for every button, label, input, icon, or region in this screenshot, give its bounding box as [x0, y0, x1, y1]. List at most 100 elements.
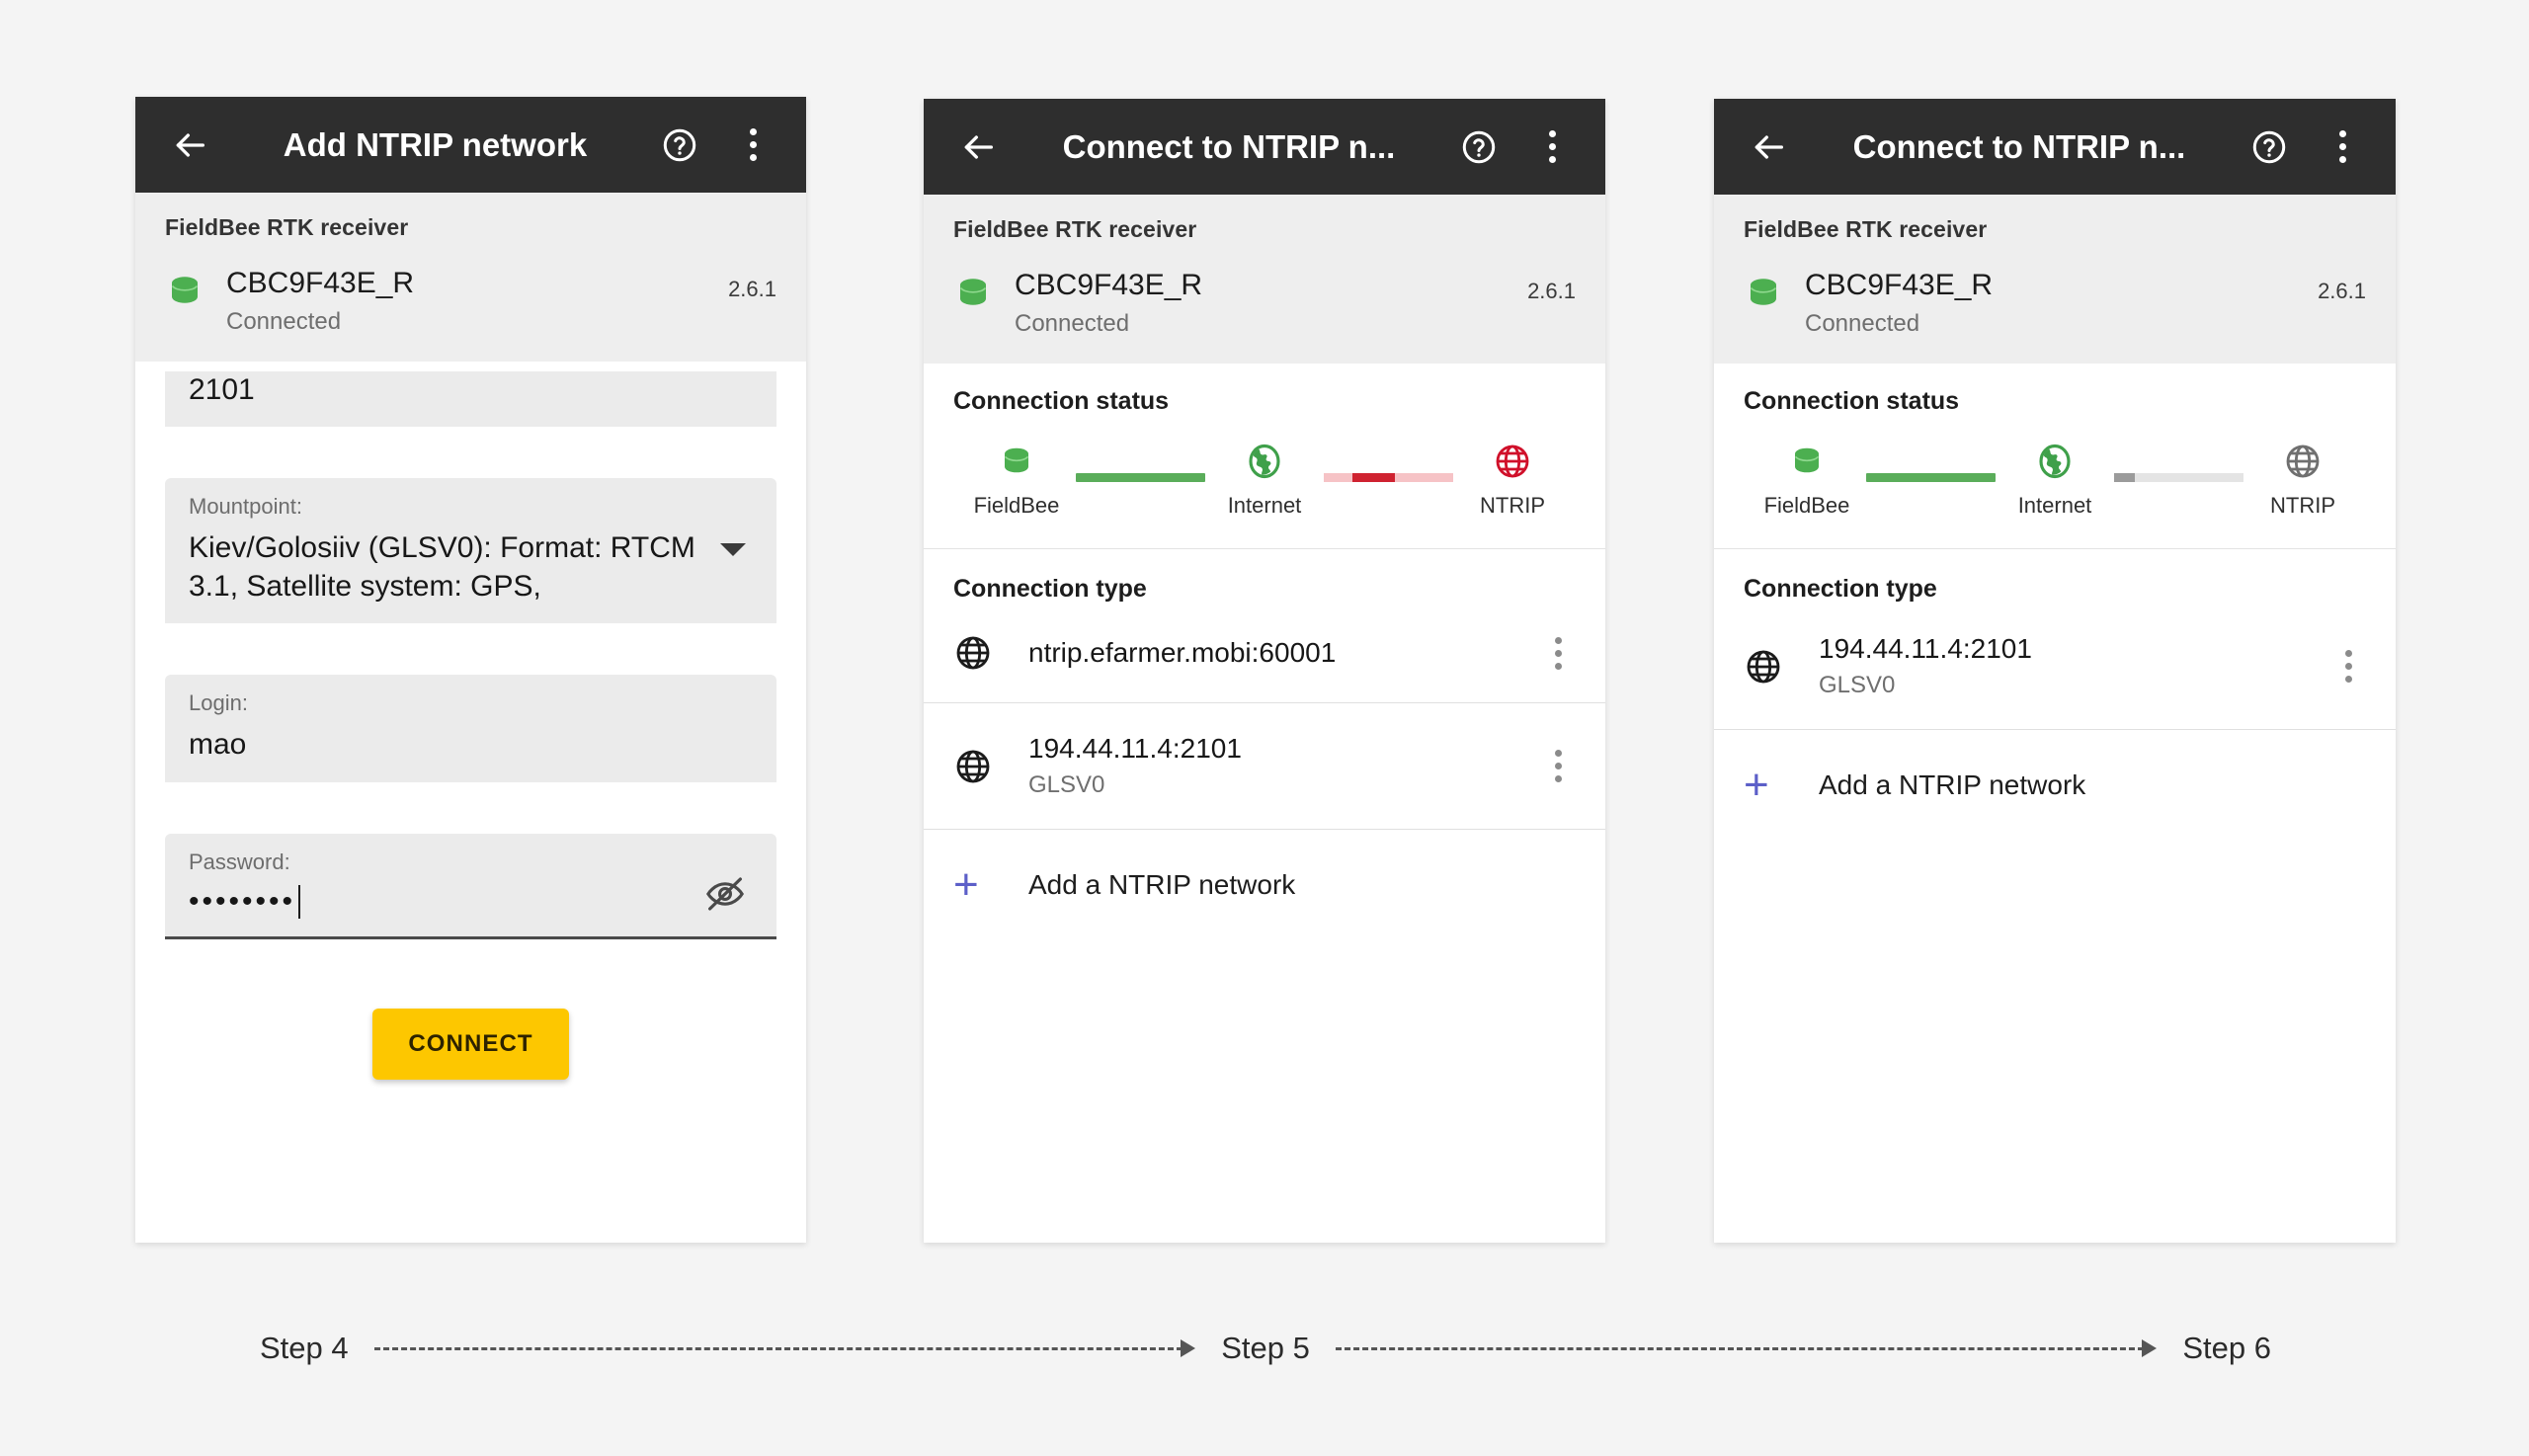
back-arrow-icon[interactable] [163, 119, 216, 172]
receiver-info: CBC9F43E_R Connected [226, 267, 728, 336]
connection-status-heading: Connection status [1744, 387, 1960, 415]
status-node-label: NTRIP [1480, 493, 1545, 518]
status-link-progress-connecting [2114, 473, 2243, 482]
globe-red-icon [1453, 438, 1572, 485]
chevron-down-icon[interactable] [713, 543, 753, 557]
mountpoint-field-body: Mountpoint: Kiev/Golosiiv (GLSV0): Forma… [189, 494, 713, 606]
status-link-internet-ntrip [1324, 438, 1453, 482]
globe-green-icon [1996, 438, 2114, 485]
plus-icon: + [1744, 761, 1769, 810]
network-mountpoint: GLSV0 [1819, 672, 1896, 699]
receiver-info: CBC9F43E_R Connected [1015, 269, 1527, 338]
add-ntrip-network-button[interactable]: + Add a NTRIP network [924, 830, 1605, 940]
phone-screen-connect-ntrip-connecting: Connect to NTRIP n... FieldBee RTK recei… [1714, 99, 2396, 1243]
more-vertical-icon[interactable] [727, 120, 778, 171]
step-label-4: Step 4 [260, 1331, 349, 1365]
arrow-head-icon [2142, 1339, 2158, 1357]
receiver-green-icon [165, 267, 226, 315]
add-ntrip-network-label: Add a NTRIP network [1819, 769, 2086, 801]
help-circle-icon[interactable] [1453, 121, 1505, 173]
dashed-line [373, 1346, 1183, 1350]
help-circle-icon[interactable] [654, 120, 705, 171]
form-gap-3 [135, 782, 806, 834]
port-field-value: 2101 [189, 373, 255, 406]
mountpoint-field[interactable]: Mountpoint: Kiev/Golosiiv (GLSV0): Forma… [165, 478, 776, 624]
receiver-row[interactable]: CBC9F43E_R Connected 2.6.1 [953, 269, 1576, 338]
network-host: 194.44.11.4:2101 [1028, 733, 1242, 764]
receiver-row[interactable]: CBC9F43E_R Connected 2.6.1 [165, 267, 776, 336]
network-host: 194.44.11.4:2101 [1819, 633, 2032, 664]
plus-icon: + [953, 860, 979, 910]
status-link-internet-ntrip [2114, 438, 2243, 482]
port-field[interactable]: 2101 [165, 371, 776, 428]
receiver-name: CBC9F43E_R [1015, 269, 1203, 301]
password-field-value-wrap: •••••••• [189, 884, 697, 919]
connect-button[interactable]: CONNECT [372, 1008, 569, 1080]
more-vertical-icon[interactable] [1526, 121, 1578, 173]
receiver-version: 2.6.1 [728, 277, 776, 301]
receiver-section-label: FieldBee RTK receiver [1744, 216, 1988, 242]
receiver-name: CBC9F43E_R [1805, 269, 1994, 301]
back-arrow-icon[interactable] [1742, 121, 1795, 174]
app-bar: Connect to NTRIP n... [1714, 99, 2396, 195]
text-caret [298, 884, 301, 919]
screenshot-canvas: Add NTRIP network FieldBee RTK receiver … [0, 0, 2529, 1456]
page-title: Connect to NTRIP n... [1852, 127, 2186, 165]
connection-status-heading: Connection status [953, 387, 1170, 415]
arrow-head-icon [1181, 1339, 1196, 1357]
password-field[interactable]: Password: •••••••• [165, 833, 776, 939]
step-label-6: Step 6 [2182, 1331, 2271, 1365]
status-link-bar-ok [1076, 473, 1205, 482]
form-gap-1 [135, 427, 806, 478]
list-item[interactable]: ntrip.efarmer.mobi:60001 [924, 604, 1605, 702]
receiver-green-icon [1744, 269, 1805, 317]
receiver-row[interactable]: CBC9F43E_R Connected 2.6.1 [1744, 269, 2366, 338]
globe-icon [1744, 647, 1819, 687]
password-field-body: Password: •••••••• [189, 849, 697, 919]
phone-screen-add-ntrip-network: Add NTRIP network FieldBee RTK receiver … [135, 97, 806, 1243]
status-node-fieldbee: FieldBee [1748, 438, 1866, 519]
list-item[interactable]: 194.44.11.4:2101 GLSV0 [924, 703, 1605, 829]
connection-status-card: Connection status FieldBee Internet NTRI… [924, 364, 1605, 548]
login-field[interactable]: Login: mao [165, 675, 776, 782]
help-circle-icon[interactable] [2243, 121, 2295, 173]
status-node-internet: Internet [1205, 438, 1324, 519]
receiver-version: 2.6.1 [1527, 279, 1576, 303]
connection-type-heading: Connection type [953, 575, 1147, 603]
receiver-status: Connected [226, 308, 342, 335]
receiver-green-icon [957, 438, 1076, 485]
receiver-section-label: FieldBee RTK receiver [953, 216, 1197, 242]
ntrip-form: 2101 Mountpoint: Kiev/Golosiiv (GLSV0): … [135, 371, 806, 1080]
more-vertical-icon[interactable] [1536, 636, 1580, 670]
list-item[interactable]: 194.44.11.4:2101 GLSV0 [1714, 604, 2396, 729]
status-link-fieldbee-internet [1076, 438, 1205, 482]
mountpoint-field-label: Mountpoint: [189, 494, 302, 520]
more-vertical-icon[interactable] [2317, 121, 2368, 173]
page-title: Connect to NTRIP n... [1062, 127, 1396, 165]
list-item-text: 194.44.11.4:2101 GLSV0 [1819, 633, 2326, 699]
eye-off-icon[interactable] [697, 873, 753, 919]
connection-status-card: Connection status FieldBee Internet NTRI… [1714, 364, 2396, 548]
connection-status-strip: FieldBee Internet NTRIP [953, 438, 1576, 523]
step-flow: Step 4 Step 5 Step 6 [135, 1314, 2396, 1383]
status-link-fieldbee-internet [1866, 438, 1996, 482]
more-vertical-icon[interactable] [2326, 650, 2370, 684]
receiver-name: CBC9F43E_R [226, 267, 415, 299]
status-node-label: FieldBee [973, 493, 1060, 518]
page-title: Add NTRIP network [283, 125, 588, 163]
add-ntrip-network-button[interactable]: + Add a NTRIP network [1714, 730, 2396, 841]
back-arrow-icon[interactable] [951, 121, 1005, 174]
status-node-label: Internet [2017, 493, 2092, 518]
status-node-ntrip: NTRIP [2243, 438, 2362, 519]
status-link-progress-error [1324, 473, 1453, 482]
globe-green-icon [1205, 438, 1324, 485]
list-item-text: ntrip.efarmer.mobi:60001 [1028, 637, 1536, 669]
globe-icon [953, 747, 1028, 786]
receiver-version: 2.6.1 [2318, 279, 2366, 303]
status-node-internet: Internet [1996, 438, 2114, 519]
receiver-info: CBC9F43E_R Connected [1805, 269, 2318, 338]
mountpoint-field-value: Kiev/Golosiiv (GLSV0): Format: RTCM 3.1,… [189, 531, 695, 603]
more-vertical-icon[interactable] [1536, 750, 1580, 783]
connection-type-card: Connection type 194.44.11.4:2101 GLSV0 +… [1714, 548, 2396, 842]
password-field-label: Password: [189, 849, 290, 874]
